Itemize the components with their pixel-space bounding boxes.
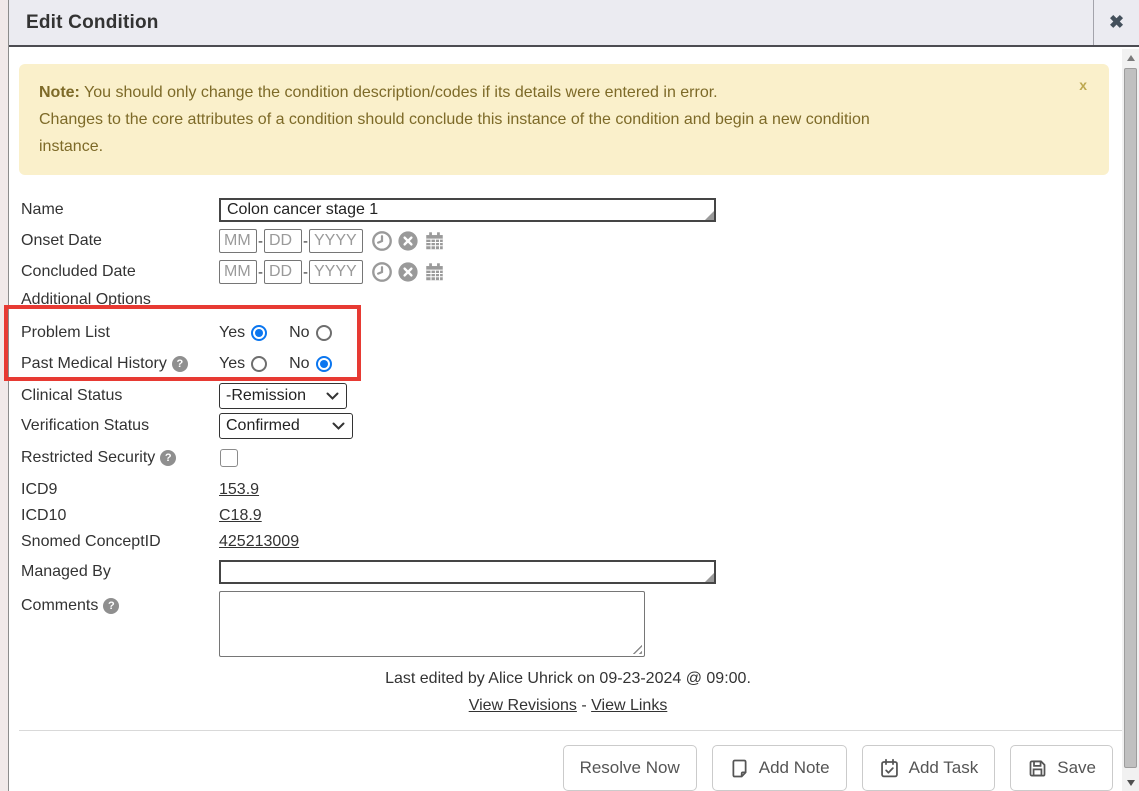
save-button[interactable]: Save — [1010, 745, 1113, 791]
icd10-row: ICD10 C18.9 — [21, 505, 1115, 526]
resize-grip-icon[interactable] — [705, 573, 714, 582]
note-banner: Note: You should only change the conditi… — [19, 64, 1109, 175]
resolve-now-button[interactable]: Resolve Now — [563, 745, 697, 791]
add-task-button[interactable]: Add Task — [862, 745, 996, 791]
concluded-date-label: Concluded Date — [21, 263, 219, 281]
clinical-status-select[interactable]: -Remission — [219, 383, 347, 409]
icd10-code-link[interactable]: C18.9 — [219, 507, 262, 525]
managed-by-row: Managed By — [21, 560, 1115, 584]
problem-list-yes-radio[interactable] — [251, 325, 267, 341]
onset-day-input[interactable] — [264, 229, 302, 253]
note-icon — [729, 758, 750, 779]
icd9-label: ICD9 — [21, 481, 219, 499]
add-note-button[interactable]: Add Note — [712, 745, 847, 791]
close-icon[interactable]: ✖ — [1093, 0, 1139, 45]
concluded-date-row: Concluded Date - - — [21, 260, 1115, 284]
note-label: Note: — [39, 84, 80, 101]
verification-status-row: Verification Status Confirmed — [21, 413, 1115, 439]
past-medical-history-row: Past Medical History ? Yes No — [21, 350, 1115, 378]
icd10-label: ICD10 — [21, 507, 219, 525]
calendar-icon[interactable] — [423, 230, 446, 252]
restricted-security-label: Restricted Security ? — [21, 449, 219, 467]
calendar-icon[interactable] — [423, 261, 446, 283]
help-icon[interactable]: ? — [172, 356, 188, 372]
onset-date-label: Onset Date — [21, 232, 219, 250]
name-row: Name Colon cancer stage 1 — [21, 198, 1115, 222]
clock-icon[interactable] — [371, 261, 393, 283]
restricted-security-checkbox[interactable] — [220, 449, 238, 467]
snomed-label: Snomed ConceptID — [21, 533, 219, 551]
resize-grip-icon[interactable] — [705, 211, 714, 220]
problem-list-row: Problem List Yes No — [21, 319, 1115, 347]
concluded-year-input[interactable] — [309, 260, 363, 284]
icd9-code-link[interactable]: 153.9 — [219, 481, 259, 499]
help-icon[interactable]: ? — [160, 450, 176, 466]
icd9-row: ICD9 153.9 — [21, 479, 1115, 500]
scroll-down-arrow-icon[interactable] — [1122, 774, 1139, 791]
concluded-month-input[interactable] — [219, 260, 257, 284]
snomed-row: Snomed ConceptID 425213009 — [21, 531, 1115, 552]
last-edited-text: Last edited by Alice Uhrick on 09-23-202… — [21, 670, 1115, 688]
chevron-down-icon — [326, 392, 339, 401]
name-label: Name — [21, 201, 219, 219]
clear-date-icon[interactable] — [397, 261, 419, 283]
managed-by-input[interactable] — [219, 560, 716, 584]
onset-year-input[interactable] — [309, 229, 363, 253]
problem-list-no-radio[interactable] — [316, 325, 332, 341]
clinical-status-label: Clinical Status — [21, 387, 219, 405]
additional-options-row: Additional Options — [21, 291, 1115, 309]
concluded-day-input[interactable] — [264, 260, 302, 284]
pmh-yes-radio[interactable] — [251, 356, 267, 372]
note-line-1: Note: You should only change the conditi… — [39, 79, 1069, 106]
verification-status-select[interactable]: Confirmed — [219, 413, 353, 439]
verification-status-label: Verification Status — [21, 417, 219, 435]
form-content: Name Colon cancer stage 1 Onset Date - -… — [9, 198, 1139, 715]
onset-date-row: Onset Date - - — [21, 229, 1115, 253]
note-line-2: Changes to the core attributes of a cond… — [39, 106, 1069, 133]
onset-month-input[interactable] — [219, 229, 257, 253]
snomed-code-link[interactable]: 425213009 — [219, 533, 299, 551]
task-calendar-icon — [879, 758, 900, 779]
clinical-status-row: Clinical Status -Remission — [21, 383, 1115, 409]
comments-row: Comments ? — [21, 591, 1115, 657]
resize-grip-icon[interactable] — [632, 644, 642, 654]
clock-icon[interactable] — [371, 230, 393, 252]
chevron-down-icon — [332, 422, 345, 431]
past-medical-history-label: Past Medical History ? — [21, 355, 219, 373]
view-revisions-link[interactable]: View Revisions — [469, 697, 577, 714]
scroll-up-arrow-icon[interactable] — [1122, 49, 1139, 66]
dialog-title: Edit Condition — [9, 12, 159, 34]
additional-options-link[interactable]: Additional Options — [21, 291, 151, 309]
managed-by-label: Managed By — [21, 563, 219, 581]
save-floppy-icon — [1027, 758, 1048, 779]
edit-condition-dialog: Edit Condition ✖ Note: You should only c… — [8, 0, 1139, 791]
scrollbar-thumb[interactable] — [1124, 68, 1137, 768]
clear-date-icon[interactable] — [397, 230, 419, 252]
comments-textarea[interactable] — [219, 591, 645, 657]
note-line-3: instance. — [39, 133, 1069, 160]
dialog-header: Edit Condition ✖ — [9, 0, 1139, 47]
comments-label: Comments ? — [21, 597, 219, 615]
banner-dismiss-icon[interactable]: x — [1079, 78, 1087, 92]
vertical-scrollbar[interactable] — [1122, 49, 1139, 791]
help-icon[interactable]: ? — [103, 598, 119, 614]
footer-actions: Resolve Now Add Note Add Task Save — [9, 731, 1139, 791]
pmh-no-radio[interactable] — [316, 356, 332, 372]
restricted-security-row: Restricted Security ? — [21, 446, 1115, 470]
problem-list-label: Problem List — [21, 324, 219, 342]
view-links-link[interactable]: View Links — [591, 697, 667, 714]
meta-links: View Revisions - View Links — [21, 697, 1115, 715]
name-input[interactable]: Colon cancer stage 1 — [219, 198, 716, 222]
